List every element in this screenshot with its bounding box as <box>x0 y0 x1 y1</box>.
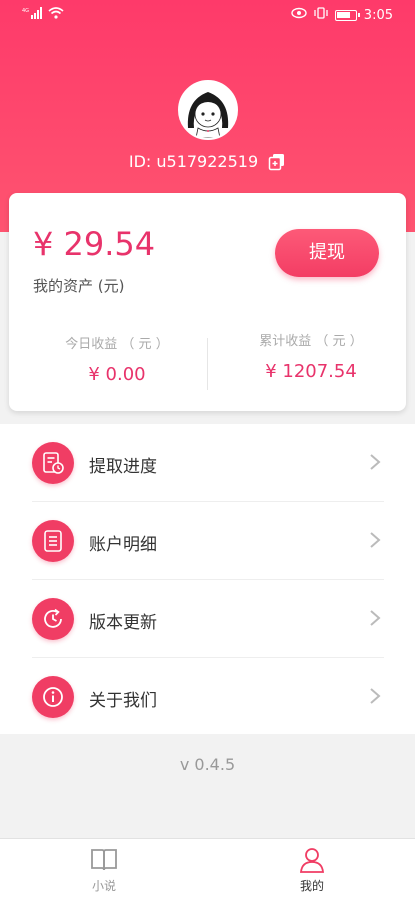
info-icon <box>32 676 74 718</box>
battery-icon <box>334 9 360 21</box>
book-icon <box>91 849 117 871</box>
menu-item-version-update[interactable]: 版本更新 <box>32 580 384 658</box>
menu-item-label: 提取进度 <box>89 457 157 477</box>
wallet-card: ¥ 29.54 我的资产 (元) 提现 今日收益 （ 元 ） ¥ 0.00 累计… <box>9 193 406 411</box>
stat-divider <box>207 338 208 390</box>
menu-item-about-us[interactable]: 关于我们 <box>32 658 384 736</box>
status-bar: 4G 3:05 <box>0 0 415 30</box>
user-icon <box>300 848 324 873</box>
clock-text: 3:05 <box>363 7 393 23</box>
eye-icon <box>291 7 307 23</box>
user-id-text: ID: u517922519 <box>128 152 259 171</box>
chevron-right-icon <box>370 454 381 470</box>
wifi-icon <box>48 7 64 23</box>
copy-icon[interactable] <box>268 153 286 171</box>
chevron-right-icon <box>370 532 381 548</box>
tab-label: 小说 <box>91 879 116 893</box>
vibrate-icon <box>314 7 328 23</box>
total-earnings-label: 累计收益 （ 元 ） <box>259 334 363 349</box>
menu-item-label: 账户明细 <box>89 535 157 555</box>
today-earnings: 今日收益 （ 元 ） ¥ 0.00 <box>27 333 207 385</box>
svg-text:4G: 4G <box>22 8 29 14</box>
menu-list: 提取进度 账户明细 版本更新 关于我们 <box>0 424 415 734</box>
user-id-row: ID: u517922519 <box>0 152 415 171</box>
avatar[interactable] <box>178 80 238 140</box>
tab-mine[interactable]: 我的 <box>272 847 352 894</box>
bottom-tab-bar: 小说 我的 <box>0 838 415 900</box>
menu-item-withdraw-progress[interactable]: 提取进度 <box>32 424 384 502</box>
menu-item-label: 关于我们 <box>89 691 157 711</box>
document-icon <box>32 520 74 562</box>
total-earnings: 累计收益 （ 元 ） ¥ 1207.54 <box>221 330 401 382</box>
progress-icon <box>32 442 74 484</box>
tab-label: 我的 <box>299 879 324 893</box>
today-earnings-label: 今日收益 （ 元 ） <box>65 337 169 352</box>
tab-novel[interactable]: 小说 <box>64 847 144 894</box>
update-icon <box>32 598 74 640</box>
withdraw-button[interactable]: 提现 <box>275 229 379 277</box>
total-earnings-value: ¥ 1207.54 <box>265 361 357 382</box>
chevron-right-icon <box>370 610 381 626</box>
balance-label: 我的资产 (元) <box>33 277 125 295</box>
signal-icon: 4G <box>22 7 42 23</box>
version-text: v 0.4.5 <box>179 755 236 774</box>
chevron-right-icon <box>370 688 381 704</box>
balance-amount: ¥ 29.54 <box>33 225 156 263</box>
menu-item-account-details[interactable]: 账户明细 <box>32 502 384 580</box>
menu-item-label: 版本更新 <box>89 613 157 633</box>
today-earnings-value: ¥ 0.00 <box>88 364 146 385</box>
